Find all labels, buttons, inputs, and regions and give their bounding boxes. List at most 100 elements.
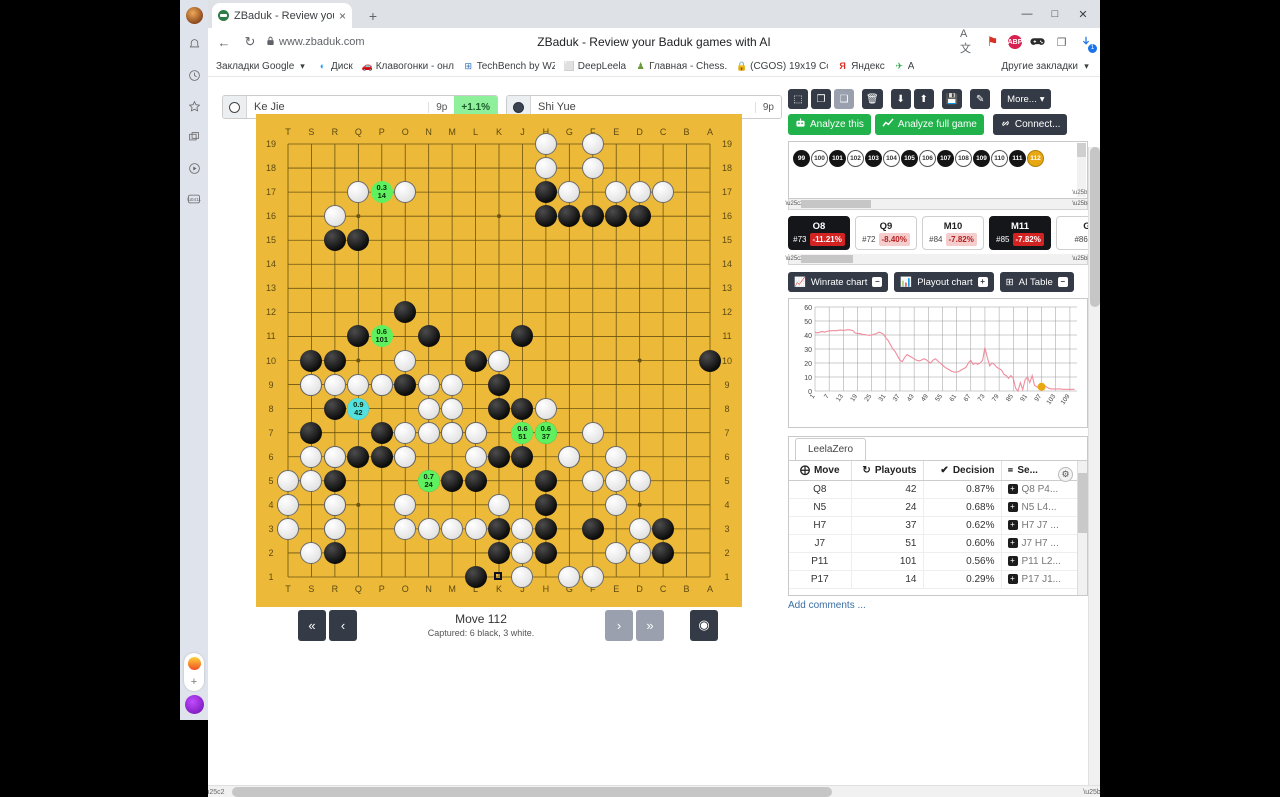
expand-icon[interactable]: + (1007, 520, 1018, 531)
save-button[interactable]: 💾 (941, 89, 963, 109)
black-stone[interactable] (464, 566, 487, 588)
mistake-card[interactable]: Q9 #72 -8.40% (855, 216, 917, 250)
scroll-thumb[interactable] (801, 255, 853, 263)
black-stone[interactable] (488, 517, 510, 540)
clock-icon[interactable] (183, 64, 205, 86)
black-stone[interactable] (534, 517, 557, 540)
white-stone[interactable] (277, 517, 299, 540)
mistake-card[interactable]: M10 #84 -7.82% (922, 216, 984, 250)
move-chip[interactable]: 101 (829, 150, 846, 167)
delete-button[interactable]: 🗑 (862, 89, 883, 109)
black-stone[interactable] (347, 445, 370, 468)
move-suggestion[interactable]: 0.9 42 (347, 397, 370, 420)
add-app-button[interactable]: + (191, 677, 197, 688)
connect-button[interactable]: Connect... (992, 114, 1068, 135)
upload-button[interactable]: ⬆ (913, 89, 934, 109)
close-window-button[interactable]: ✕ (1070, 4, 1096, 24)
black-stone[interactable] (323, 229, 346, 252)
white-stone[interactable] (370, 373, 393, 396)
eye-toggle-button[interactable]: ◉ (690, 609, 718, 641)
bookmark-item-8[interactable]: ✈ A (894, 61, 914, 72)
bookmark-item-3[interactable]: ⊞ TechBench by WZT (463, 61, 554, 72)
black-stone[interactable] (300, 349, 323, 372)
scroll-down-arrow-icon[interactable]: \u25be (1072, 188, 1087, 197)
move-chip[interactable]: 106 (919, 150, 936, 167)
black-stone[interactable] (652, 541, 675, 564)
cell-sequence[interactable]: + P17 J1... (1001, 570, 1087, 589)
white-stone[interactable] (581, 157, 604, 180)
white-stone[interactable] (277, 493, 299, 516)
scroll-thumb[interactable] (1077, 143, 1086, 157)
table-row[interactable]: Q8 42 0.87% + Q8 P4... (789, 480, 1087, 499)
col-header-move[interactable]: ⨁ Move (789, 461, 852, 481)
address-bar[interactable]: www.zbaduk.com (266, 32, 406, 52)
white-stone[interactable] (581, 421, 604, 444)
black-stone[interactable] (488, 445, 510, 468)
new-file-button[interactable]: ⬚ (788, 89, 808, 109)
bell-icon[interactable] (183, 33, 205, 55)
black-stone[interactable] (370, 421, 393, 444)
black-stone[interactable] (323, 469, 346, 492)
black-stone[interactable] (464, 349, 487, 372)
black-stone[interactable] (488, 397, 510, 420)
new-tab-button[interactable]: + (363, 6, 383, 26)
white-stone[interactable] (323, 373, 346, 396)
black-stone[interactable] (464, 469, 487, 492)
scroll-left-arrow-icon[interactable]: \u25c2 (208, 786, 225, 797)
bookmark-item-6[interactable]: 🔒 (CGOS) 19x19 Com (736, 61, 828, 72)
cell-sequence[interactable]: + P11 L2... (1001, 552, 1087, 571)
black-stone[interactable] (581, 205, 604, 228)
table-row[interactable]: N5 24 0.68% + N5 L4... (789, 498, 1087, 517)
adblock-icon[interactable]: ABP (1008, 35, 1022, 49)
black-stone[interactable] (323, 397, 346, 420)
white-stone[interactable] (394, 349, 417, 372)
reload-button[interactable]: ↻ (240, 32, 260, 52)
analyze-full-game-button[interactable]: Analyze full game (874, 114, 984, 135)
more-button[interactable]: More... ▾ (1001, 89, 1051, 109)
move-chip[interactable]: 108 (955, 150, 972, 167)
tab-leelazero[interactable]: LeelaZero (795, 438, 867, 460)
goban-wrapper[interactable]: T T S S R R Q Q P P O O N N M M L L K K J J H H G G F F E E D D C C B B A A 19… (256, 114, 742, 607)
white-stone[interactable] (441, 517, 464, 540)
move-chip[interactable]: 111 (1009, 150, 1026, 167)
bookmark-item-1[interactable]: ◐ Диск (317, 61, 353, 72)
sidebar-apps-pill[interactable]: + (184, 653, 204, 691)
white-stone[interactable] (417, 517, 440, 540)
black-stone[interactable] (534, 181, 557, 204)
black-stone[interactable] (534, 541, 557, 564)
col-header-playouts[interactable]: ↻ Playouts (851, 461, 924, 481)
prev-move-button[interactable]: ‹ (329, 609, 357, 641)
move-chip[interactable]: 105 (901, 150, 918, 167)
move-chip[interactable]: 112 (1027, 150, 1044, 167)
go-board[interactable]: T T S S R R Q Q P P O O N N M M L L K K J J H H G G F F E E D D C C B B A A 19… (256, 114, 742, 607)
black-stone[interactable] (441, 469, 464, 492)
avatar[interactable] (185, 7, 203, 24)
copy-button[interactable]: ❐ (811, 89, 831, 109)
scroll-right-arrow-icon[interactable]: \u25b8 (1072, 254, 1090, 263)
white-stone[interactable] (464, 517, 487, 540)
chart-toggle[interactable]: 📊 Playout chart + (894, 272, 994, 292)
bookmark-item-0[interactable]: Закладки Google Chro ▾ (216, 61, 308, 72)
black-player-rank[interactable]: 9p (754, 101, 781, 113)
black-stone[interactable] (534, 469, 557, 492)
white-player-name[interactable]: Ke Jie (247, 101, 428, 113)
chart-toggle[interactable]: ⊞ AI Table − (999, 272, 1074, 292)
white-stone[interactable] (534, 397, 557, 420)
expand-icon[interactable]: + (1007, 484, 1018, 495)
move-chip[interactable]: 110 (991, 150, 1008, 167)
download-button[interactable]: ⬇ (890, 89, 911, 109)
black-stone[interactable] (628, 205, 651, 228)
white-stone[interactable] (605, 445, 628, 468)
page-horizontal-scrollbar[interactable]: \u25c2 \u25b8 (208, 785, 1100, 797)
white-stone[interactable] (534, 157, 557, 180)
mistake-card[interactable]: M11 #85 -7.82% (989, 216, 1051, 250)
gear-icon[interactable]: ⚙ (1058, 467, 1073, 482)
white-stone[interactable] (394, 421, 417, 444)
chart-toggle-state[interactable]: − (872, 277, 883, 287)
ai-table-scrollbar[interactable] (1077, 461, 1088, 595)
scroll-left-arrow-icon[interactable]: \u25c2 (786, 254, 804, 263)
white-stone[interactable] (464, 421, 487, 444)
white-stone[interactable] (394, 517, 417, 540)
white-stone[interactable] (628, 181, 651, 204)
white-stone[interactable] (394, 445, 417, 468)
